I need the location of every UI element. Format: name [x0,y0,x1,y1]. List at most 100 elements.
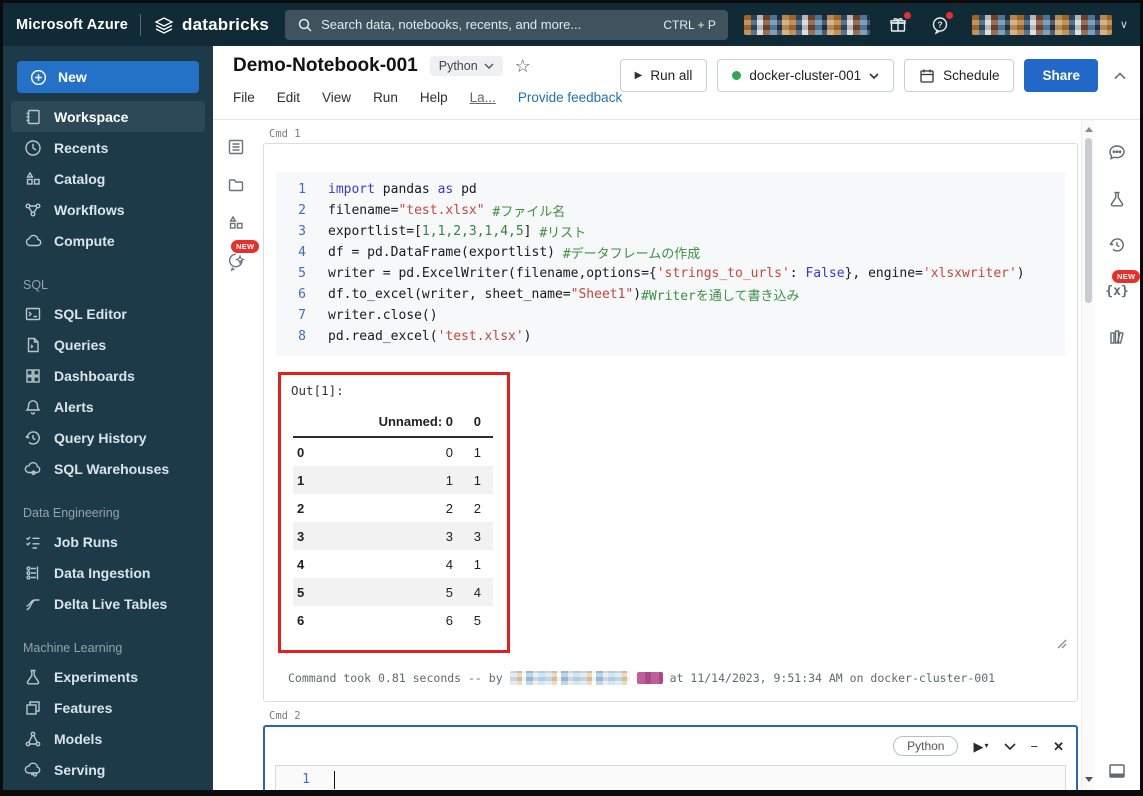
header-unnamed: Unnamed: 0 [378,414,453,429]
sidebar-item-label: Delta Live Tables [54,595,168,612]
menu-view[interactable]: View [322,90,351,105]
top-bar: Microsoft Azure databricks Search data, … [3,3,1140,46]
sidebar-item-label: Experiments [54,668,139,685]
sidebar-item-query-history[interactable]: Query History [11,422,205,453]
sidebar-item-experiments[interactable]: Experiments [11,661,205,692]
new-button[interactable]: New [17,61,199,93]
provide-feedback-link[interactable]: Provide feedback [518,90,622,105]
bottom-panel-icon [1109,764,1125,778]
sidebar-item-label: Catalog [54,170,106,187]
code-line[interactable]: 1 import pandas as pd [276,179,1065,200]
vertical-scrollbar[interactable] [1081,120,1094,790]
cluster-selector[interactable]: docker-cluster-001 [717,59,895,92]
databricks-logo[interactable]: databricks [153,14,269,36]
sidebar-item-workspace[interactable]: Workspace [11,101,205,132]
redacted-account-name [971,14,1112,35]
play-icon: ▶ [973,738,984,754]
cell1-cmd-label: Cmd 1 [269,128,301,140]
table-row: 111 [293,466,493,494]
notebook-menubar: File Edit View Run Help La... Provide fe… [233,90,622,105]
chevron-down-icon [869,72,879,79]
account-menu-chevron-down-icon[interactable]: ∨ [1120,18,1128,31]
sidebar-item-sql-editor[interactable]: SQL Editor [11,298,205,329]
help-button[interactable]: ? [926,11,954,39]
sidebar-item-dashboards[interactable]: Dashboards [11,360,205,391]
schedule-button[interactable]: Schedule [904,59,1015,92]
delete-cell-icon[interactable]: ✕ [1053,740,1064,753]
notification-dot [945,11,953,19]
sidebar-item-job-runs[interactable]: Job Runs [11,526,205,557]
revision-history-icon[interactable] [1106,234,1128,256]
run-cell-button[interactable]: ▶ ▾ [973,740,988,753]
code-line[interactable]: 3 exportlist=[1,1,2,3,1,4,5] #リスト [276,221,1065,242]
code-editor[interactable]: 1 import pandas as pd 2 filename= "test.xlsx… [276,172,1065,356]
sidebar-item-features[interactable]: Features [11,692,205,723]
sidebar-item-label: SQL Warehouses [54,460,170,477]
share-button[interactable]: Share [1024,59,1098,92]
language-label: Python [438,59,478,73]
sidebar-item-compute[interactable]: Compute [11,225,205,256]
cell1-status: Command took 0.81 seconds -- by at 11/14… [276,659,1065,701]
folder-icon[interactable] [225,174,247,196]
sidebar-item-catalog[interactable]: Catalog [11,163,205,194]
code-line[interactable]: 4 df = pd.DataFrame(exportlist) #データフレームの… [276,242,1065,263]
table-row: 222 [297,500,481,516]
cell-language-pill[interactable]: Python [893,736,959,756]
global-search-input[interactable]: Search data, notebooks, recents, and mor… [285,9,728,40]
run-dropdown-caret-icon: ▾ [984,741,989,750]
variables-icon[interactable]: NEW {x} [1105,270,1140,302]
menu-edit[interactable]: Edit [277,90,300,105]
last-edit-truncated[interactable]: La... [470,90,496,105]
databricks-wordmark: databricks [182,14,270,34]
code-line[interactable]: 5 writer = pd.ExcelWriter(filename,option… [276,263,1065,284]
sidebar-section-data-engineering: Data Engineering [23,506,120,520]
sidebar-item-label: Queries [54,336,107,353]
cell2-code-input[interactable]: 1 [275,765,1066,790]
table-row: 554 [293,578,493,606]
bottom-panel-toggle[interactable] [1094,760,1140,782]
collapse-chevron-up-icon[interactable] [1114,71,1126,80]
menu-file[interactable]: File [233,90,255,105]
code-line[interactable]: 7 writer.close() [276,305,1065,326]
scrollbar-thumb[interactable] [1085,138,1092,303]
sidebar-item-models[interactable]: Models [11,723,205,754]
table-of-contents-icon[interactable] [225,136,247,158]
run-all-button[interactable]: ▶ Run all [619,59,708,92]
sidebar-item-recents[interactable]: Recents [11,132,205,163]
sidebar-section-machine-learning: Machine Learning [23,641,123,655]
menu-help[interactable]: Help [420,90,448,105]
sidebar-item-label: Job Runs [54,533,118,550]
libraries-icon[interactable] [1106,326,1128,348]
sidebar-section-sql: SQL [23,278,49,292]
sidebar-item-alerts[interactable]: Alerts [11,391,205,422]
sidebar-item-sql-warehouses[interactable]: SQL Warehouses [11,453,205,484]
favorite-star-icon[interactable]: ☆ [515,57,531,75]
sidebar-item-delta-live-tables[interactable]: Delta Live Tables [11,588,205,619]
code-line[interactable]: 2 filename= "test.xlsx" #ファイル名 [276,200,1065,221]
language-selector[interactable]: Python [429,56,503,76]
experiments-flask-icon[interactable] [1106,188,1128,210]
catalog-icon[interactable] [225,212,247,234]
sidebar-item-serving[interactable]: Serving [11,754,205,785]
bell-icon [23,397,43,417]
workflows-icon [23,200,43,220]
code-line[interactable]: 6 df.to_excel(writer, sheet_name= "Sheet1"… [276,284,1065,305]
table-row: 441 [297,556,481,572]
sidebar-item-workflows[interactable]: Workflows [11,194,205,225]
minimize-cell-icon[interactable]: − [1031,740,1039,753]
code-line[interactable]: 8 pd.read_excel('test.xlsx') [276,326,1065,347]
header-zero: 0 [473,414,481,429]
gift-button[interactable] [884,11,912,39]
cell-chevron-down-icon[interactable] [1003,742,1016,750]
svg-text:?: ? [937,19,942,29]
run-all-label: Run all [650,68,693,83]
notebook-title[interactable]: Demo-Notebook-001 [233,55,418,77]
output-resize-handle[interactable] [1053,635,1067,649]
menu-run[interactable]: Run [373,90,398,105]
sidebar-item-queries[interactable]: Queries [11,329,205,360]
sidebar-item-data-ingestion[interactable]: Data Ingestion [11,557,205,588]
comments-icon[interactable] [1106,142,1128,164]
search-icon [297,17,313,33]
plus-circle-icon [29,68,48,87]
assistant-icon[interactable]: NEW [225,240,260,272]
